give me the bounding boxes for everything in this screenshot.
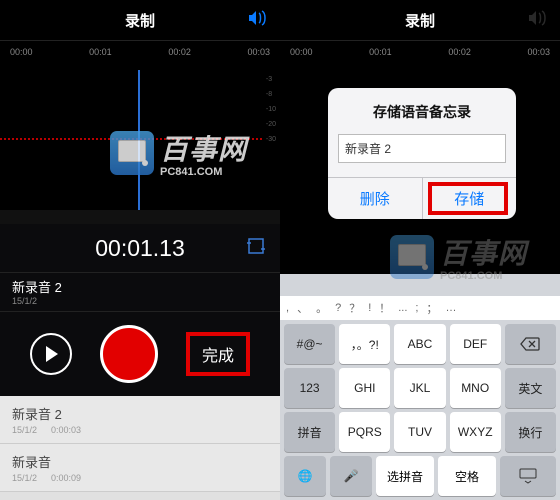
current-date: 15/1/2 — [12, 296, 268, 306]
wxyz-key[interactable]: WXYZ — [450, 412, 501, 452]
tick: 00:01 — [89, 47, 112, 57]
recording-name-input[interactable]: 新录音 2 — [338, 134, 506, 163]
playhead[interactable] — [138, 70, 140, 210]
waveform-dots — [0, 138, 262, 140]
keyboard: ,、。?？!！...;；… #@~ ，。?! ABC DEF 123 GHI J… — [280, 296, 560, 500]
tick: 00:00 — [10, 47, 33, 57]
waveform-area[interactable]: -3-8-10-20-30 — [0, 70, 280, 210]
done-button[interactable]: 完成 — [202, 348, 234, 365]
sound-icon[interactable] — [248, 10, 268, 26]
trim-icon[interactable] — [246, 235, 266, 262]
jkl-key[interactable]: JKL — [394, 368, 445, 408]
pqrs-key[interactable]: PQRS — [339, 412, 390, 452]
mic-key[interactable]: 🎤 — [330, 456, 372, 496]
backspace-key[interactable] — [505, 324, 556, 364]
list-item[interactable]: 新录音 15/1/20:00:09 — [0, 444, 280, 492]
symbols-key[interactable]: #@~ — [284, 324, 335, 364]
punct-key[interactable]: ，。?! — [339, 324, 390, 364]
dialog-title: 存储语音备忘录 — [328, 88, 516, 134]
db-scale: -3-8-10-20-30 — [266, 76, 276, 151]
current-name: 新录音 2 — [12, 277, 268, 296]
tick: 00:03 — [247, 47, 270, 57]
delete-button[interactable]: 删除 — [328, 178, 423, 219]
mno-key[interactable]: MNO — [450, 368, 501, 408]
current-recording-row[interactable]: 新录音 2 15/1/2 — [0, 272, 280, 312]
left-topbar: 录制 — [0, 0, 280, 40]
recordings-list: 新录音 2 15/1/20:00:03 新录音 15/1/20:00:09 — [0, 396, 280, 492]
page-title: 录制 — [405, 10, 435, 31]
123-key[interactable]: 123 — [284, 368, 335, 408]
right-screenshot: 录制 00:0000:0100:0200:03 存储语音备忘录 新录音 2 删除… — [280, 0, 560, 500]
return-key[interactable]: 换行 — [505, 412, 556, 452]
select-pinyin-key[interactable]: 选拼音 — [376, 456, 434, 496]
timeline: 00:00 00:01 00:02 00:03 — [0, 40, 280, 70]
punctuation-candidates[interactable]: ,、。?？!！...;；… — [280, 296, 560, 320]
tuv-key[interactable]: TUV — [394, 412, 445, 452]
globe-icon: 🌐 — [298, 469, 313, 483]
sound-icon — [528, 10, 548, 26]
globe-key[interactable]: 🌐 — [284, 456, 326, 496]
mic-icon: 🎤 — [344, 469, 359, 483]
english-key[interactable]: 英文 — [505, 368, 556, 408]
timecode: 00:01.13 — [0, 224, 280, 272]
left-screenshot: 录制 00:00 00:01 00:02 00:03 -3-8-10-20-30… — [0, 0, 280, 500]
record-button[interactable] — [100, 325, 158, 383]
def-key[interactable]: DEF — [450, 324, 501, 364]
play-button[interactable] — [30, 333, 72, 375]
ghi-key[interactable]: GHI — [339, 368, 390, 408]
abc-key[interactable]: ABC — [394, 324, 445, 364]
list-item[interactable]: 新录音 2 15/1/20:00:03 — [0, 396, 280, 444]
controls: 完成 — [0, 312, 280, 396]
timeline: 00:0000:0100:0200:03 — [280, 40, 560, 70]
pinyin-key[interactable]: 拼音 — [284, 412, 335, 452]
tick: 00:02 — [168, 47, 191, 57]
page-title: 录制 — [125, 10, 155, 31]
hide-keyboard-key[interactable] — [500, 456, 556, 496]
done-highlight: 完成 — [186, 332, 250, 376]
save-dialog: 存储语音备忘录 新录音 2 删除 存储 — [328, 88, 516, 219]
save-button[interactable]: 存储 — [423, 178, 517, 219]
right-topbar: 录制 — [280, 0, 560, 40]
space-key[interactable]: 空格 — [438, 456, 496, 496]
